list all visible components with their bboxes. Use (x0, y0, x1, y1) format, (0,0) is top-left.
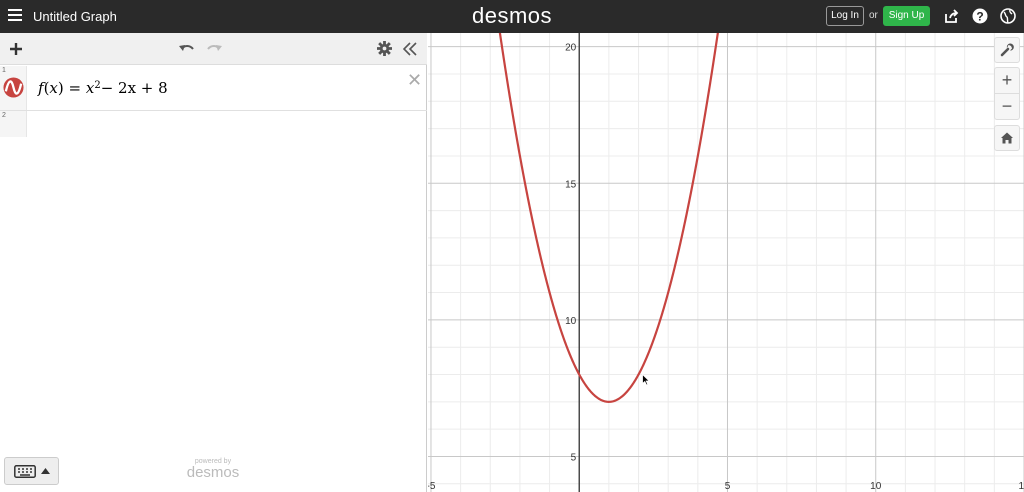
gear-icon[interactable] (377, 41, 392, 56)
expression-toolbar (0, 33, 427, 65)
minor-grid (428, 33, 1024, 492)
home-button[interactable] (994, 125, 1020, 151)
curve-color-icon[interactable] (3, 77, 24, 98)
expression-rest: − 2x + 8 (100, 79, 168, 97)
expression-panel: 1 f(x) = x2− 2x + 8 ✕ 2 powered by desmo… (0, 33, 427, 492)
expression-gutter: 2 (0, 111, 27, 137)
function-argument: x (49, 79, 58, 97)
login-button[interactable]: Log In (826, 6, 864, 26)
double-chevron-left-icon[interactable] (403, 42, 417, 56)
zoom-out-button[interactable]: − (994, 93, 1020, 120)
signup-button[interactable]: Sign Up (883, 6, 930, 26)
share-icon[interactable] (944, 8, 960, 24)
zoom-in-icon: + (1001, 70, 1013, 90)
x-tick-label: 10 (870, 481, 882, 492)
mouse-cursor-icon (642, 374, 650, 386)
zoom-out-icon: − (1001, 96, 1013, 116)
x-tick-label: -5 (428, 481, 436, 492)
y-tick-label: 10 (565, 316, 577, 327)
help-icon[interactable]: ? (972, 8, 988, 24)
undo-icon[interactable] (179, 42, 195, 54)
expression-latex[interactable]: f(x) = x2− 2x + 8 (38, 79, 168, 97)
expression-item[interactable]: 1 f(x) = x2− 2x + 8 ✕ (0, 66, 427, 111)
plus-icon[interactable] (9, 42, 23, 56)
globe-icon[interactable] (1000, 8, 1016, 24)
powered-by-desmos: powered by desmos (180, 458, 246, 480)
or-text: or (869, 10, 878, 21)
graph-title[interactable]: Untitled Graph (33, 9, 117, 24)
caret-up-icon (41, 468, 50, 474)
expression-exponent: 2 (94, 80, 101, 91)
close-icon[interactable]: ✕ (407, 70, 422, 91)
graph-plot[interactable]: -5 5 10 15 5 10 15 20 (428, 33, 1024, 492)
graph-canvas[interactable]: -5 5 10 15 5 10 15 20 (428, 33, 1024, 492)
x-tick-label: 15 (1018, 481, 1024, 492)
y-tick-label: 15 (565, 179, 577, 190)
hamburger-menu-icon[interactable] (8, 9, 22, 23)
home-icon (1001, 132, 1013, 144)
expression-item-empty[interactable]: 2 (0, 111, 427, 137)
redo-icon[interactable] (206, 42, 222, 54)
expression-index: 2 (2, 112, 6, 119)
expression-gutter: 1 (0, 66, 27, 110)
top-bar: Untitled Graph desmos Log In or Sign Up … (0, 0, 1024, 33)
expression-index: 1 (2, 67, 6, 74)
powered-by-brand: desmos (186, 464, 240, 481)
zoom-in-button[interactable]: + (994, 67, 1020, 94)
svg-text:?: ? (976, 10, 983, 24)
graph-settings-button[interactable] (994, 37, 1020, 63)
wrench-icon (1000, 43, 1014, 57)
y-tick-label: 20 (565, 43, 577, 54)
keyboard-toggle-button[interactable] (4, 457, 59, 485)
y-tick-label: 5 (571, 452, 577, 463)
keyboard-icon (14, 465, 36, 478)
x-tick-label: 5 (725, 481, 731, 492)
